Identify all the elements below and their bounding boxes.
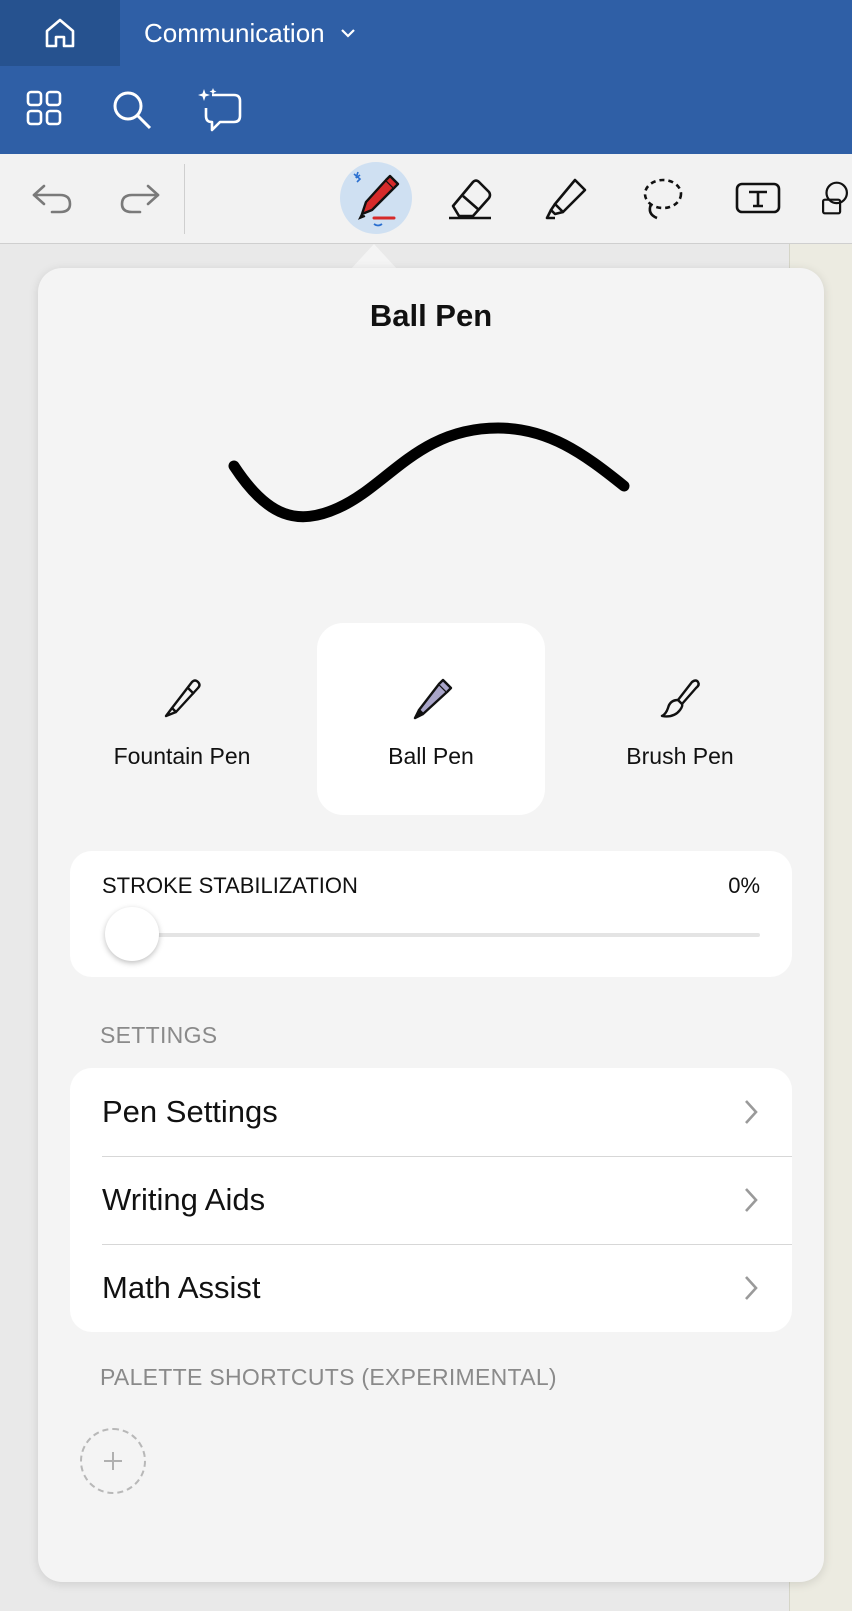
stroke-stabilization-slider-thumb[interactable] xyxy=(105,907,159,961)
stroke-stabilization-value: 0% xyxy=(728,873,760,898)
plus-icon xyxy=(104,1452,122,1470)
text-tool-button[interactable] xyxy=(722,162,794,234)
home-icon xyxy=(45,18,75,48)
fountain-pen-icon xyxy=(158,673,206,723)
pen-type-label: Ball Pen xyxy=(388,743,474,769)
notebook-title: Communication xyxy=(144,17,325,48)
chevron-right-icon xyxy=(745,1276,758,1300)
notebook-tab[interactable]: Communication xyxy=(120,0,357,66)
pen-type-label: Brush Pen xyxy=(626,743,734,769)
settings-row-label: Math Assist xyxy=(102,1270,261,1305)
pen-type-fountain[interactable]: Fountain Pen xyxy=(68,623,296,815)
stroke-preview xyxy=(228,422,630,523)
popover-pointer xyxy=(350,244,398,270)
settings-section-label: SETTINGS xyxy=(100,1022,218,1048)
pen-type-brush[interactable]: Brush Pen xyxy=(566,623,794,815)
redo-icon xyxy=(120,184,160,214)
highlighter-icon xyxy=(545,178,587,220)
search-icon[interactable] xyxy=(110,88,154,132)
app-header: Communication xyxy=(0,0,852,154)
popover-title: Ball Pen xyxy=(369,298,493,333)
writing-aids-row[interactable]: Writing Aids xyxy=(70,1156,792,1244)
highlighter-tool-button[interactable] xyxy=(530,162,602,234)
pen-options-popover: Ball Pen Fountain Pen Ball Pen Brush Pen… xyxy=(38,268,824,1582)
toolbar-divider xyxy=(184,164,185,234)
text-box-icon xyxy=(735,182,781,214)
stroke-stabilization-label: STROKE STABILIZATION xyxy=(102,873,358,898)
pen-icon xyxy=(353,171,400,227)
brush-pen-icon xyxy=(656,673,704,723)
stroke-stabilization-card: STROKE STABILIZATION 0% xyxy=(70,851,792,977)
settings-row-label: Writing Aids xyxy=(102,1182,266,1217)
chevron-down-icon xyxy=(339,27,357,39)
add-palette-shortcut-button[interactable] xyxy=(80,1428,146,1494)
palette-shortcuts-section-label: PALETTE SHORTCUTS (EXPERIMENTAL) xyxy=(100,1364,557,1390)
stroke-stabilization-slider-track[interactable] xyxy=(130,933,760,937)
chevron-right-icon xyxy=(745,1100,758,1124)
grid-view-icon[interactable] xyxy=(24,88,64,128)
pen-tool-button[interactable] xyxy=(340,162,412,234)
eraser-tool-button[interactable] xyxy=(434,162,506,234)
shapes-icon xyxy=(821,181,849,215)
home-tab[interactable] xyxy=(0,0,120,66)
ai-chat-icon[interactable] xyxy=(196,86,244,134)
settings-list: Pen Settings Writing Aids Math Assist xyxy=(70,1068,792,1332)
shapes-tool-button[interactable] xyxy=(818,162,852,234)
redo-button[interactable] xyxy=(104,162,176,234)
pen-type-label: Fountain Pen xyxy=(113,743,251,769)
pen-settings-row[interactable]: Pen Settings xyxy=(70,1068,792,1156)
math-assist-row[interactable]: Math Assist xyxy=(70,1244,792,1332)
ball-pen-icon xyxy=(407,673,455,723)
eraser-icon xyxy=(449,179,492,220)
lasso-icon xyxy=(643,178,683,220)
settings-row-label: Pen Settings xyxy=(102,1094,278,1129)
chevron-right-icon xyxy=(745,1188,758,1212)
pen-type-ball[interactable]: Ball Pen xyxy=(317,623,545,815)
pen-type-selector: Fountain Pen Ball Pen Brush Pen xyxy=(38,623,824,815)
undo-button[interactable] xyxy=(16,162,88,234)
lasso-tool-button[interactable] xyxy=(626,162,698,234)
drawing-toolbar xyxy=(0,154,852,244)
undo-icon xyxy=(32,184,72,214)
